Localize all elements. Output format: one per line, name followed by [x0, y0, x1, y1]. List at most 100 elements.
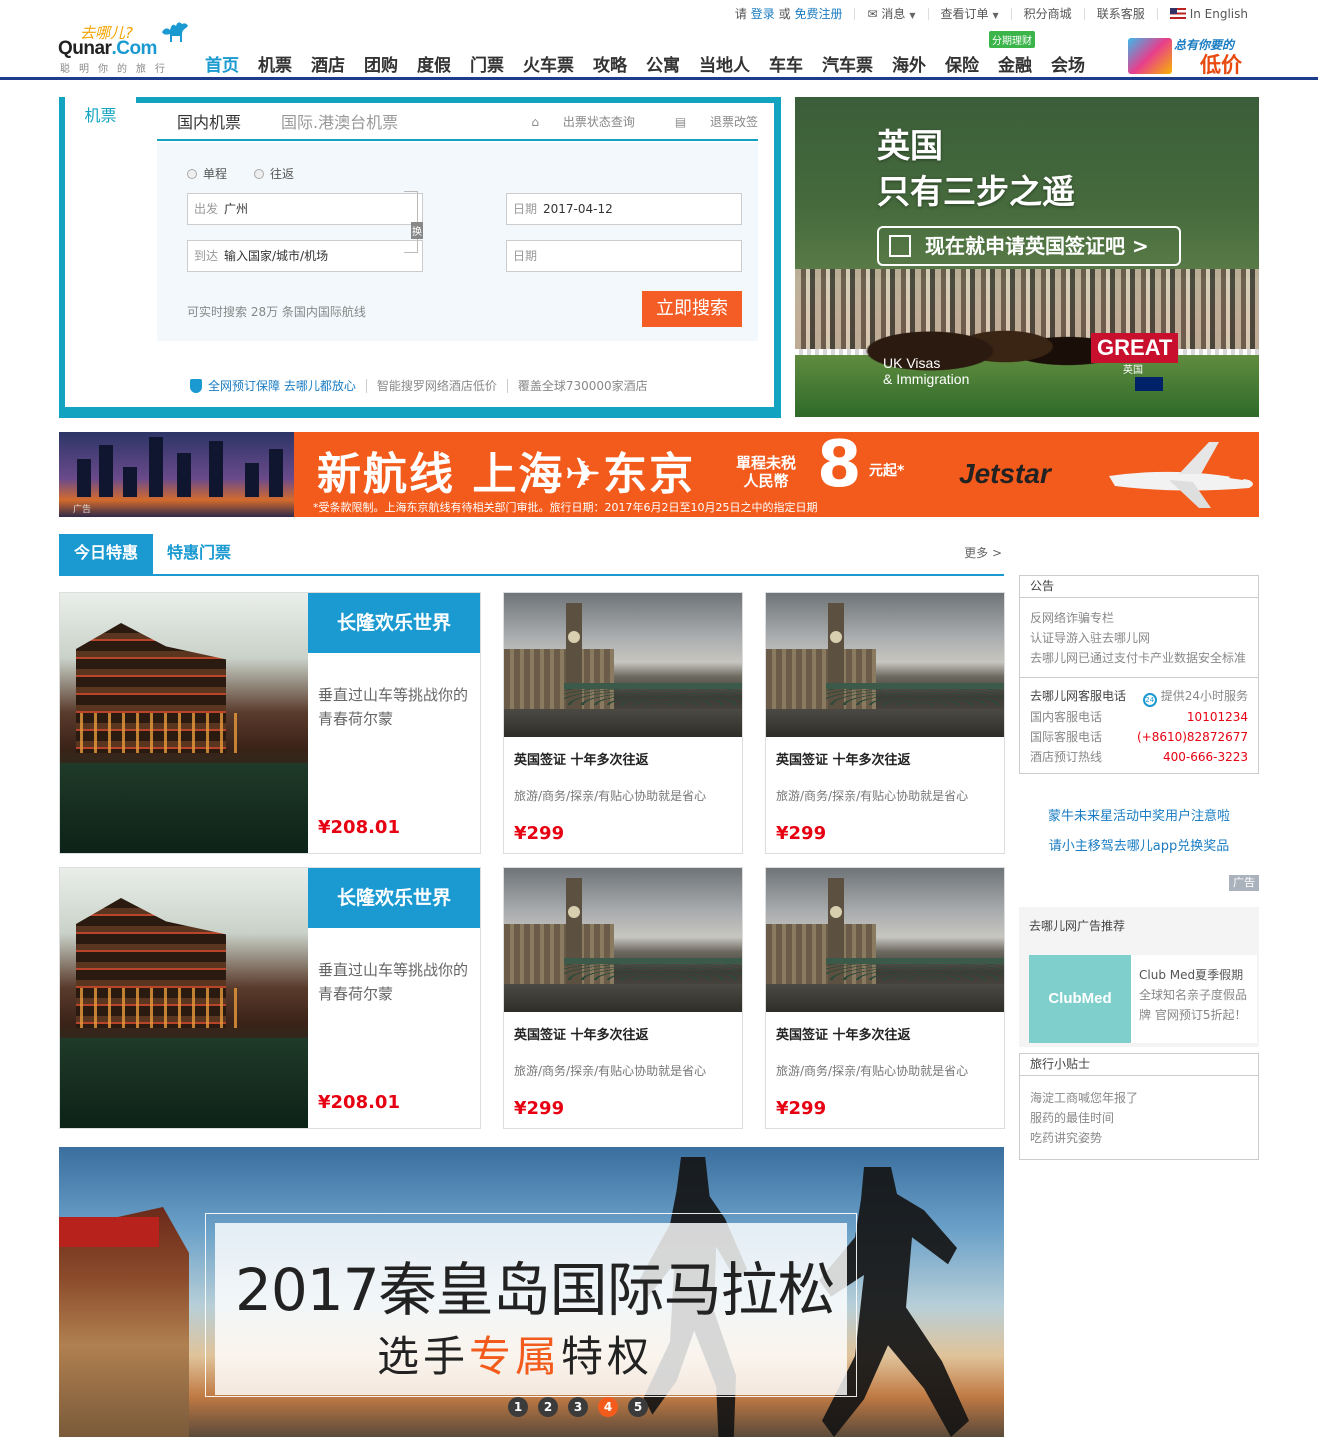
side-tab-vacation[interactable]: 度假	[59, 213, 136, 251]
deal-desc: 旅游/商务/探亲/有贴心协助就是省心	[514, 789, 707, 803]
fenghuang-town-image	[60, 868, 308, 1128]
phone-label: 国内客服电话	[1030, 710, 1103, 724]
nav-item-overseas[interactable]: 海外	[892, 51, 926, 76]
deal-title: 英国签证 十年多次往返	[776, 753, 911, 768]
carousel-dots: 1 2 3 4 5	[508, 1397, 658, 1417]
shield-icon	[190, 378, 202, 393]
jetstar-price: 8	[817, 432, 862, 502]
tip-item[interactable]: 吃药讲究姿势	[1020, 1128, 1258, 1148]
jetstar-fine-print: *受条款限制。上海东京航线有待相关部门审批。旅行日期：2017年6月2日至10月…	[313, 501, 818, 514]
jetstar-banner[interactable]: 广告 新航线 上海✈东京 單程未税 人民幣 8 元起* Jetstar *受条款限…	[59, 432, 1259, 517]
deal-price: ¥208.01	[318, 817, 400, 838]
ad-tag: 广告	[1229, 875, 1259, 891]
tab-domestic-flights[interactable]: 国内机票	[157, 109, 261, 133]
tip-item[interactable]: 服药的最佳时间	[1020, 1108, 1258, 1128]
phone-label: 酒店预订热线	[1030, 750, 1103, 764]
side-tab-flights[interactable]: 机票	[65, 97, 136, 137]
tip-item[interactable]: 海淀工商喊您年报了	[1020, 1088, 1258, 1108]
arrival-city-input[interactable]: 到达 输入国家/城市/机场	[187, 240, 423, 272]
notice-box: 公告 反网络诈骗专栏 认证导游入驻去哪儿网 去哪儿网已通过支付卡产业数据安全标准…	[1019, 575, 1259, 774]
flight-type-tabs: 国内机票 国际.港澳台机票 ⌂ 出票状态查询 ▤ 退票改签	[157, 103, 758, 141]
nav-item-insurance[interactable]: 保险	[945, 51, 979, 76]
nav-item-locals[interactable]: 当地人	[699, 51, 750, 76]
carousel-dot[interactable]: 2	[538, 1397, 558, 1417]
jetstar-headline: 新航线 上海✈东京	[317, 449, 696, 500]
great-britain-logo: GREAT	[1091, 333, 1179, 363]
search-hint: 可实时搜索 28万 条国内国际航线	[187, 305, 366, 319]
deal-desc: 垂直过山车等挑战你的青春荷尔蒙	[318, 961, 469, 1003]
deal-card[interactable]: 英国签证 十年多次往返 旅游/商务/探亲/有贴心协助就是省心 ¥299	[765, 867, 1005, 1129]
notice-item[interactable]: 反网络诈骗专栏	[1020, 608, 1258, 628]
guarantee-text-2: 智能搜罗网络酒店低价	[376, 379, 497, 393]
ad-text: Club Med夏季假期 全球知名亲子度假品牌 官网预订5折起！	[1131, 955, 1257, 1043]
nav-item-home[interactable]: 首页	[205, 51, 239, 76]
nav-item-flights[interactable]: 机票	[258, 51, 292, 76]
nav-item-apartments[interactable]: 公寓	[646, 51, 680, 76]
uk-flag-icon	[1169, 7, 1186, 19]
nav-item-venue[interactable]: 会场	[1051, 51, 1085, 76]
jetstar-price-suffix: 元起*	[869, 463, 905, 479]
return-date-input[interactable]: 日期	[506, 240, 742, 272]
side-tab-trains[interactable]: 火车票	[59, 175, 136, 213]
nav-item-vacation[interactable]: 度假	[417, 51, 451, 76]
nav-item-finance[interactable]: 分期理财 金融	[989, 31, 1035, 76]
carousel-dot-active[interactable]: 4	[598, 1397, 618, 1417]
search-button[interactable]: 立即搜索	[642, 291, 742, 327]
uk-visas-label: UK Visas & Immigration	[883, 355, 970, 387]
site-header: 去哪儿? Qunar.Com 聪明你的旅行 首页 机票 酒店 团购 度假 门票 …	[0, 18, 1318, 80]
main-nav: 首页 机票 酒店 团购 度假 门票 火车票 攻略 公寓 当地人 车车 汽车票 海…	[205, 31, 1104, 76]
side-tab-freetravel[interactable]: 自由行	[59, 365, 136, 403]
departure-city-input[interactable]: 出发 广州	[187, 193, 423, 225]
carousel-dot[interactable]: 1	[508, 1397, 528, 1417]
deal-card[interactable]: 英国签证 十年多次往返 旅游/商务/探亲/有贴心协助就是省心 ¥299	[503, 592, 743, 854]
great-britain-cn: 英国	[1123, 365, 1143, 376]
qunar-logo[interactable]: 去哪儿? Qunar.Com 聪明你的旅行	[58, 18, 190, 75]
side-tab-cars[interactable]: 车车	[59, 327, 136, 365]
deal-title: 长隆欢乐世界	[308, 868, 480, 928]
nav-item-hotels[interactable]: 酒店	[311, 51, 345, 76]
deal-price: ¥299	[514, 1098, 565, 1119]
tokyo-skyline-image: 广告	[59, 432, 294, 517]
jetstar-logo: Jetstar	[959, 458, 1051, 489]
refund-link[interactable]: ▤ 退票改签	[655, 113, 758, 130]
guarantee-link[interactable]: 全网预订保障 去哪儿都放心	[208, 377, 356, 394]
tab-international-flights[interactable]: 国际.港澳台机票	[261, 109, 418, 133]
side-tab-tickets[interactable]: 门票	[59, 251, 136, 289]
deal-title: 长隆欢乐世界	[308, 593, 480, 653]
uk-visa-banner[interactable]: 英国 只有三步之遥 现在就申请英国签证吧 > UK Visas & Immigrat…	[795, 97, 1259, 417]
promo-link[interactable]: 请小主移驾去哪儿app兑换奖品	[1019, 835, 1259, 854]
notice-item[interactable]: 去哪儿网已通过支付卡产业数据安全标准	[1020, 648, 1258, 668]
ad-recommend-box[interactable]: 去哪儿网广告推荐 ClubMed Club Med夏季假期 全球知名亲子度假品牌…	[1019, 907, 1259, 1047]
customer-service: 去哪儿网客服电话 24 提供24小时服务 国内客服电话 10101234 国际客服电话…	[1020, 677, 1258, 767]
nav-item-guides[interactable]: 攻略	[593, 51, 627, 76]
carousel-dot[interactable]: 5	[628, 1397, 648, 1417]
nav-item-trains[interactable]: 火车票	[523, 51, 574, 76]
deal-card-featured[interactable]: 长隆欢乐世界 垂直过山车等挑战你的青春荷尔蒙 ¥208.01	[59, 592, 481, 854]
ticket-status-link[interactable]: ⌂ 出票状态查询	[511, 113, 634, 130]
camel-icon	[162, 22, 188, 42]
logo-slogan: 聪明你的旅行	[60, 64, 174, 75]
promo-link[interactable]: 蒙牛未来星活动中奖用户注意啦	[1019, 805, 1259, 824]
swap-cities-button[interactable]: 换	[404, 191, 423, 253]
side-tab-groupbuy[interactable]: 团购	[59, 289, 136, 327]
departure-date-input[interactable]: 日期 2017-04-12	[506, 193, 742, 225]
nav-item-cars[interactable]: 车车	[769, 51, 803, 76]
deal-card[interactable]: 英国签证 十年多次往返 旅游/商务/探亲/有贴心协助就是省心 ¥299	[765, 592, 1005, 854]
fenghuang-town-image	[60, 593, 308, 853]
deal-card-featured[interactable]: 长隆欢乐世界 垂直过山车等挑战你的青春荷尔蒙 ¥208.01	[59, 867, 481, 1129]
nav-item-groupbuy[interactable]: 团购	[364, 51, 398, 76]
round-trip-radio[interactable]: 往返	[254, 165, 294, 182]
one-way-radio[interactable]: 单程	[187, 165, 227, 182]
tab-ticket-deals[interactable]: 特惠门票	[167, 534, 231, 574]
deal-card[interactable]: 英国签证 十年多次往返 旅游/商务/探亲/有贴心协助就是省心 ¥299	[503, 867, 743, 1129]
more-link[interactable]: 更多 >	[964, 544, 1002, 561]
uk-visa-cta[interactable]: 现在就申请英国签证吧 >	[877, 226, 1181, 266]
side-tab-hotels[interactable]: 酒店	[59, 137, 136, 175]
nav-item-tickets[interactable]: 门票	[470, 51, 504, 76]
low-price-promo[interactable]: 总有你要的 低价	[1128, 36, 1258, 77]
carousel-dot[interactable]: 3	[568, 1397, 588, 1417]
notice-item[interactable]: 认证导游入驻去哪儿网	[1020, 628, 1258, 648]
nav-item-bus[interactable]: 汽车票	[822, 51, 873, 76]
marathon-carousel[interactable]: 2017秦皇岛国际马拉松 选手专属特权 1 2 3 4 5	[59, 1147, 1004, 1437]
tab-today-deals[interactable]: 今日特惠	[59, 534, 153, 574]
